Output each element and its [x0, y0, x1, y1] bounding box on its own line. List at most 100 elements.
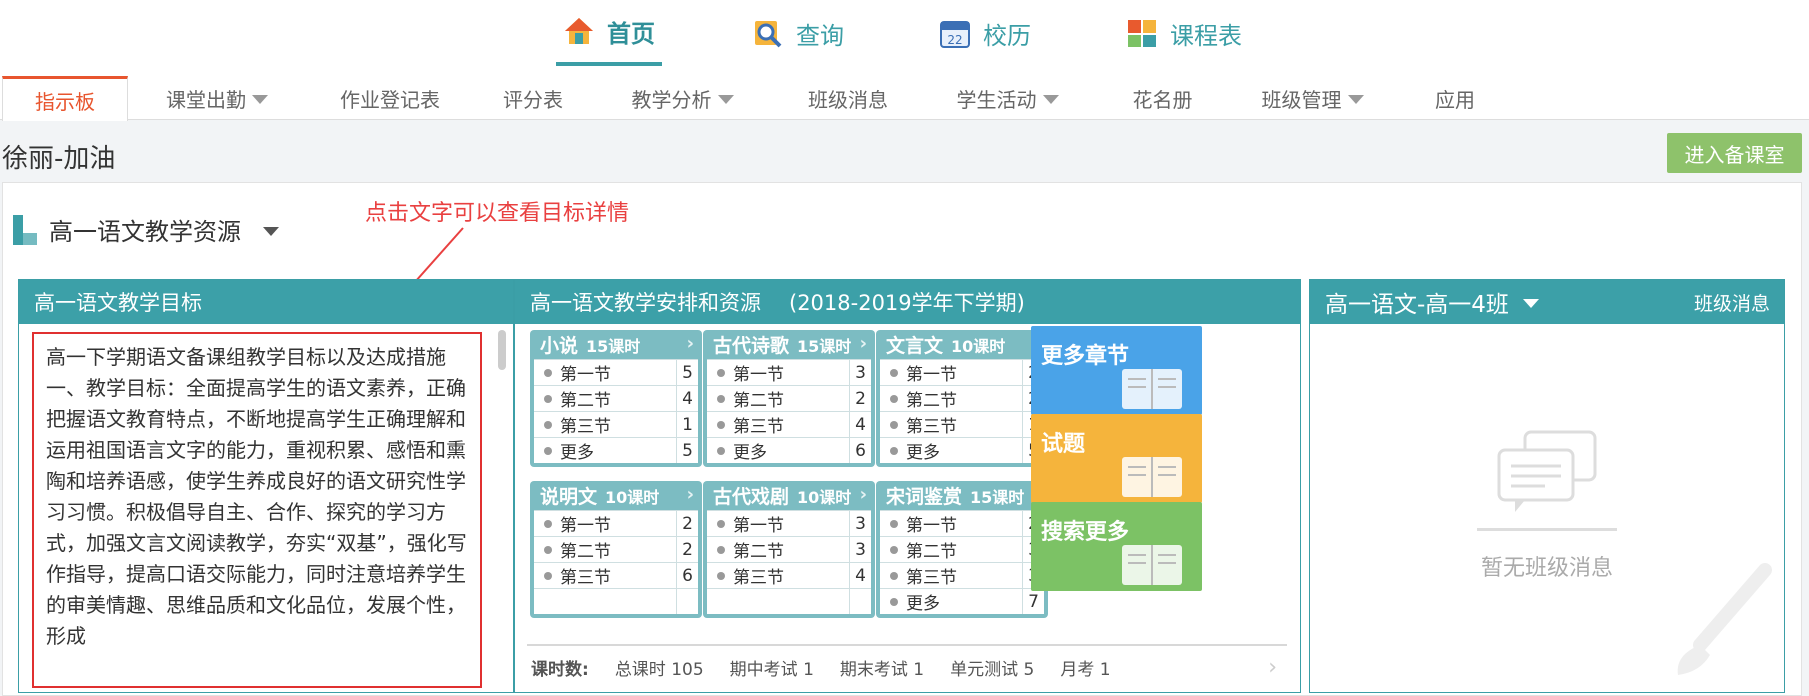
chevron-right-icon[interactable]: ›: [860, 333, 867, 354]
class-name-label: 高一语文-高一4班: [1325, 292, 1509, 318]
arrangement-panel: 高一语文教学安排和资源 (2018-2019学年下学期) 小说 15课时 › 第一节 5…: [514, 279, 1301, 693]
book-card[interactable]: 小说 15课时 › 第一节 5 第二节 4 第三节 1 更多 5: [530, 330, 702, 467]
more-chapters-tile[interactable]: 更多章节: [1031, 326, 1202, 415]
book-section-row[interactable]: 第二节2: [880, 385, 1044, 411]
book-card[interactable]: 古代诗歌 15课时 › 第一节 3 第二节 2 第三节 4 更多 6: [703, 330, 875, 467]
tab-attendance[interactable]: 课堂出勤: [152, 76, 282, 120]
book-section-row[interactable]: 第一节2: [534, 510, 698, 536]
book-section-row[interactable]: 第一节2: [880, 359, 1044, 385]
book-card[interactable]: 文言文10课时›第一节2第二节2第三节1更多5: [876, 330, 1048, 467]
resource-selector[interactable]: 高一语文教学资源: [13, 212, 279, 247]
tile-label: 搜索更多: [1041, 520, 1130, 545]
book-section-row[interactable]: 第一节 5: [534, 359, 698, 385]
chevron-down-icon: [252, 95, 268, 104]
top-nav-schedule[interactable]: 课程表: [1126, 0, 1242, 66]
book-lessons: 15课时: [797, 336, 852, 356]
goal-text[interactable]: 高一下学期语文备课组教学目标以及达成措施 一、教学目标：全面提高学生的语文素养，…: [32, 332, 482, 688]
book-section-row[interactable]: 更多 6: [707, 437, 871, 463]
search-more-tile[interactable]: 搜索更多: [1031, 502, 1202, 591]
chevron-right-icon[interactable]: ›: [687, 333, 694, 354]
book-section-row[interactable]: 第三节 4: [707, 411, 871, 437]
section-count: 4: [849, 563, 871, 588]
class-messages-link[interactable]: 班级消息: [1694, 289, 1770, 316]
bullet-icon: [890, 446, 898, 455]
book-section-row[interactable]: 更多5: [880, 437, 1044, 463]
book-card-header[interactable]: 说明文 10课时 ›: [534, 481, 698, 510]
svg-text:22: 22: [947, 33, 962, 47]
book-card-header[interactable]: 古代戏剧 10课时 ›: [707, 481, 871, 510]
top-nav-query-label: 查询: [796, 21, 844, 50]
top-nav-schedule-label: 课程表: [1170, 21, 1242, 50]
tile-illustration-icon: [1122, 457, 1182, 497]
book-section-row[interactable]: 第三节1: [534, 411, 698, 437]
book-card-header[interactable]: 宋词鉴赏15课时›: [880, 481, 1044, 510]
bullet-icon: [890, 368, 898, 377]
book-section-row[interactable]: 第二节3: [707, 536, 871, 562]
top-nav-calendar[interactable]: 22 校历: [939, 0, 1031, 66]
book-section-row[interactable]: 第一节 3: [707, 510, 871, 536]
book-section-row[interactable]: 第一节 3: [707, 359, 871, 385]
exam-questions-tile[interactable]: 试题: [1031, 414, 1202, 503]
chevron-down-icon: [263, 226, 279, 236]
goal-scrollbar[interactable]: [498, 330, 506, 370]
book-section-row[interactable]: 第二节3: [880, 536, 1044, 562]
section-name: 第三节: [560, 568, 611, 588]
tab-gradebook[interactable]: 评分表: [493, 76, 573, 120]
book-section-row[interactable]: 第二节 4: [534, 385, 698, 411]
book-section-row[interactable]: 第三节3: [880, 562, 1044, 588]
section-empty: [534, 589, 676, 614]
book-card[interactable]: 说明文 10课时 › 第一节 2 第二节 2 第三节 6: [530, 481, 702, 618]
section-name: 更多: [906, 443, 940, 463]
tab-dashboard[interactable]: 指示板: [2, 76, 128, 121]
book-name: 宋词鉴赏: [886, 486, 963, 508]
tab-roster[interactable]: 花名册: [1125, 76, 1200, 120]
book-section-row[interactable]: 更多5: [534, 437, 698, 463]
book-section-row[interactable]: 第一节2: [880, 510, 1044, 536]
bullet-icon: [890, 519, 898, 528]
section-name: 第二节: [560, 391, 611, 411]
class-selector[interactable]: 高一语文-高一4班: [1325, 285, 1539, 319]
book-card-header[interactable]: 小说 15课时 ›: [534, 330, 698, 359]
tab-homework[interactable]: 作业登记表: [325, 76, 455, 120]
bullet-icon: [890, 394, 898, 403]
lesson-stats: 课时数: 总课时 105 期中考试 1 期末考试 1 单元测试 5 月考 1 ›: [527, 644, 1287, 688]
tab-analysis[interactable]: 教学分析: [625, 76, 740, 120]
section-count: 3: [849, 537, 871, 562]
section-count: 4: [849, 412, 871, 437]
chevron-right-icon[interactable]: ›: [687, 484, 694, 505]
tab-apps[interactable]: 应用: [1430, 76, 1480, 120]
section-count: 3: [849, 360, 871, 385]
book-card-header[interactable]: 古代诗歌 15课时 ›: [707, 330, 871, 359]
section-name: 更多: [733, 443, 767, 463]
book-section-row[interactable]: 第三节1: [880, 411, 1044, 437]
book-section-row[interactable]: 第二节 2: [707, 385, 871, 411]
stats-total: 总课时 105: [614, 659, 704, 680]
tab-student-activities[interactable]: 学生活动: [950, 76, 1065, 120]
stats-unit: 单元测试 5: [950, 659, 1035, 680]
top-nav-home[interactable]: 首页: [556, 0, 662, 66]
section-count: 2: [849, 386, 871, 411]
book-section-row[interactable]: 更多 7: [880, 588, 1044, 614]
tab-class-messages[interactable]: 班级消息: [798, 76, 898, 120]
resource-selector-label: 高一语文教学资源: [49, 218, 241, 246]
bullet-icon: [544, 571, 552, 580]
book-section-row[interactable]: 第三节 6: [534, 562, 698, 588]
book-section-row[interactable]: 第二节2: [534, 536, 698, 562]
enter-prep-room-button[interactable]: 进入备课室: [1667, 133, 1802, 173]
tab-homework-label: 作业登记表: [340, 87, 440, 112]
bullet-icon: [890, 420, 898, 429]
section-name: 第三节: [733, 568, 784, 588]
book-card[interactable]: 古代戏剧 10课时 › 第一节 3 第二节 3 第三节 4: [703, 481, 875, 618]
chevron-right-icon[interactable]: ›: [1268, 655, 1277, 680]
tab-class-management[interactable]: 班级管理: [1255, 76, 1370, 120]
book-card[interactable]: 宋词鉴赏15课时›第一节2第二节3第三节3更多7: [876, 481, 1048, 618]
chevron-right-icon[interactable]: ›: [860, 484, 867, 505]
book-card-header[interactable]: 文言文10课时›: [880, 330, 1044, 359]
top-nav-query[interactable]: 查询: [752, 0, 844, 66]
book-section-row[interactable]: 第三节 4: [707, 562, 871, 588]
bullet-icon: [717, 394, 725, 403]
sub-navigation: 指示板 课堂出勤 作业登记表 评分表 教学分析 班级消息 学生活动 花名册 班级…: [0, 68, 1809, 121]
book-name: 古代戏剧: [713, 486, 790, 508]
section-name: 第二节: [733, 391, 784, 411]
home-icon: [565, 18, 593, 44]
